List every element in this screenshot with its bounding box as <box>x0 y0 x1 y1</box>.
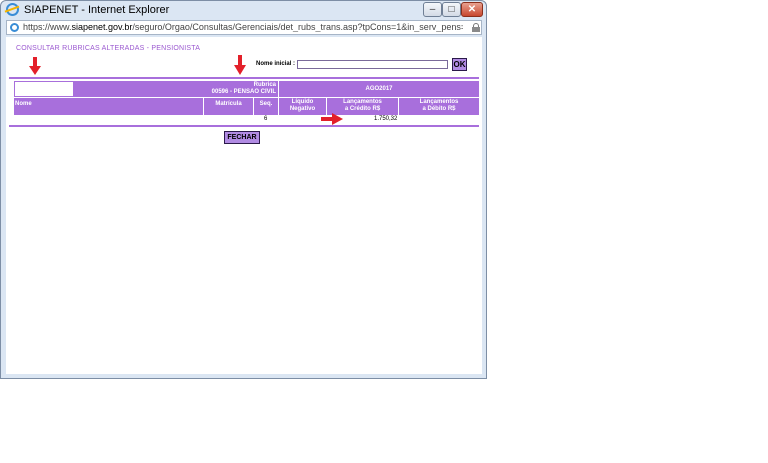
page-title: CONSULTAR RUBRICAS ALTERADAS - PENSIONIS… <box>16 45 201 52</box>
period-header: AGO2017 <box>279 81 479 97</box>
red-arrow-down-icon <box>234 55 246 75</box>
column-debito: Lançamentos a Débito R$ <box>399 98 479 115</box>
address-url[interactable]: https://www.siapenet.gov.br/seguro/Orgao… <box>23 22 463 32</box>
window-title: SIAPENET - Internet Explorer <box>24 4 170 16</box>
maximize-button[interactable]: □ <box>442 2 461 17</box>
column-liquido-line1: Líquido <box>291 99 314 105</box>
column-nome: Nome <box>14 98 203 115</box>
close-window-button[interactable]: ✕ <box>461 2 483 17</box>
name-filter-label: Nome inicial : <box>256 61 296 67</box>
minimize-button[interactable]: – <box>423 2 442 17</box>
empty-header-cell <box>14 81 74 97</box>
red-arrow-down-icon <box>29 57 41 75</box>
rubrica-value: 00596 - PENSAO CIVIL <box>211 89 276 95</box>
rubrica-label: Rubrica <box>253 82 276 88</box>
internet-explorer-icon <box>6 3 19 16</box>
page-icon <box>10 23 19 32</box>
column-credito-line2: a Crédito R$ <box>344 106 381 112</box>
title-bar: SIAPENET - Internet Explorer – □ ✕ <box>1 1 486 18</box>
ok-button[interactable]: OK <box>452 58 467 71</box>
bottom-divider <box>9 125 479 127</box>
close-button[interactable]: FECHAR <box>224 131 260 144</box>
column-matricula: Matrícula <box>204 98 253 115</box>
row-seq: 6 <box>264 116 268 122</box>
page-content: CONSULTAR RUBRICAS ALTERADAS - PENSIONIS… <box>6 37 482 374</box>
row-credito: 1.750,32 <box>374 116 398 122</box>
column-liquido-line2: Negativo <box>289 106 316 112</box>
column-seq: Seq. <box>254 98 278 115</box>
column-liquido: Líquido Negativo <box>279 98 326 115</box>
lock-icon[interactable] <box>472 23 480 32</box>
top-divider <box>9 77 479 79</box>
column-debito-line2: a Débito R$ <box>422 106 456 112</box>
column-credito-line1: Lançamentos <box>343 99 382 105</box>
name-filter-input[interactable] <box>297 60 448 69</box>
rubrica-header: Rubrica 00596 - PENSAO CIVIL <box>74 81 278 97</box>
column-debito-line1: Lançamentos <box>419 99 459 105</box>
address-bar[interactable]: https://www.siapenet.gov.br/seguro/Orgao… <box>6 20 482 35</box>
red-arrow-right-icon <box>321 113 343 125</box>
url-domain: siapenet.gov.br <box>71 22 133 32</box>
